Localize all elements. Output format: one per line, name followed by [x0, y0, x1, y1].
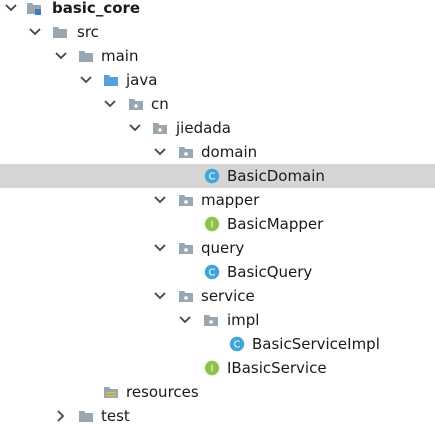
- chevron-down-icon[interactable]: [153, 193, 167, 207]
- resources-folder-icon: [104, 387, 118, 398]
- module-folder-icon: [27, 3, 41, 15]
- tree-item-query[interactable]: query: [0, 236, 435, 260]
- tree-item-jiedada[interactable]: jiedada: [0, 116, 435, 140]
- tree-item-impl[interactable]: impl: [0, 308, 435, 332]
- class-icon: C: [204, 264, 220, 280]
- chevron-down-icon[interactable]: [28, 25, 42, 39]
- tree-item-label: java: [126, 71, 158, 89]
- class-badge-letter: C: [209, 268, 216, 279]
- tree-item-label: resources: [126, 383, 199, 401]
- tree-item-basic-domain[interactable]: C BasicDomain: [0, 164, 435, 188]
- interface-badge-letter: I: [211, 364, 214, 375]
- package-icon: [179, 147, 193, 158]
- tree-item-label: BasicServiceImpl: [252, 335, 380, 353]
- tree-item-ibasic-service[interactable]: I IBasicService: [0, 356, 435, 380]
- tree-item-mapper[interactable]: mapper: [0, 188, 435, 212]
- tree-item-label: BasicDomain: [227, 167, 325, 185]
- package-icon: [129, 99, 143, 110]
- chevron-down-icon[interactable]: [178, 313, 192, 327]
- class-badge-letter: C: [209, 172, 216, 183]
- chevron-down-icon[interactable]: [153, 289, 167, 303]
- tree-item-service[interactable]: service: [0, 284, 435, 308]
- tree-item-label: query: [201, 239, 245, 257]
- tree-item-label: domain: [201, 143, 258, 161]
- chevron-down-icon[interactable]: [79, 73, 93, 87]
- tree-item-basic-core[interactable]: basic_core: [0, 0, 435, 20]
- interface-badge-letter: I: [211, 220, 214, 231]
- chevron-down-icon[interactable]: [153, 145, 167, 159]
- package-icon: [204, 315, 218, 326]
- tree-item-label: IBasicService: [227, 359, 327, 377]
- folder-icon: [79, 51, 93, 62]
- tree-item-label: mapper: [201, 191, 260, 209]
- tree-item-resources[interactable]: resources: [0, 380, 435, 404]
- tree-item-cn[interactable]: cn: [0, 92, 435, 116]
- package-icon: [153, 123, 167, 134]
- chevron-down-icon[interactable]: [103, 97, 117, 111]
- folder-icon: [53, 27, 67, 38]
- chevron-down-icon[interactable]: [128, 121, 142, 135]
- tree-item-label: jiedada: [176, 119, 231, 137]
- tree-item-label: impl: [227, 311, 260, 329]
- chevron-down-icon[interactable]: [153, 241, 167, 255]
- package-icon: [179, 195, 193, 206]
- tree-item-label: service: [201, 287, 255, 305]
- tree-item-label: cn: [151, 95, 169, 113]
- tree-item-label: BasicQuery: [227, 263, 313, 281]
- class-badge-letter: C: [234, 340, 241, 351]
- package-icon: [179, 291, 193, 302]
- tree-item-java[interactable]: java: [0, 68, 435, 92]
- chevron-down-icon[interactable]: [54, 49, 68, 63]
- tree-item-basic-mapper[interactable]: I BasicMapper: [0, 212, 435, 236]
- tree-item-main[interactable]: main: [0, 44, 435, 68]
- interface-icon: I: [204, 360, 220, 376]
- source-root-folder-icon: [104, 75, 118, 86]
- tree-item-label: basic_core: [52, 0, 141, 17]
- tree-item-label: test: [101, 407, 130, 425]
- tree-item-label: BasicMapper: [227, 215, 324, 233]
- tree-item-src[interactable]: src: [0, 20, 435, 44]
- tree-item-domain[interactable]: domain: [0, 140, 435, 164]
- class-icon: C: [204, 168, 220, 184]
- tree-item-label: main: [101, 47, 139, 65]
- interface-icon: I: [204, 216, 220, 232]
- class-icon: C: [229, 336, 245, 352]
- tree-item-basic-service-impl[interactable]: C BasicServiceImpl: [0, 332, 435, 356]
- tree-item-label: src: [77, 23, 99, 41]
- project-tree: basic_core src main java cn jiedada doma…: [0, 0, 435, 425]
- chevron-down-icon[interactable]: [4, 1, 18, 15]
- package-icon: [179, 243, 193, 254]
- tree-item-basic-query[interactable]: C BasicQuery: [0, 260, 435, 284]
- tree-item-test[interactable]: test: [0, 404, 435, 428]
- folder-icon: [79, 411, 93, 422]
